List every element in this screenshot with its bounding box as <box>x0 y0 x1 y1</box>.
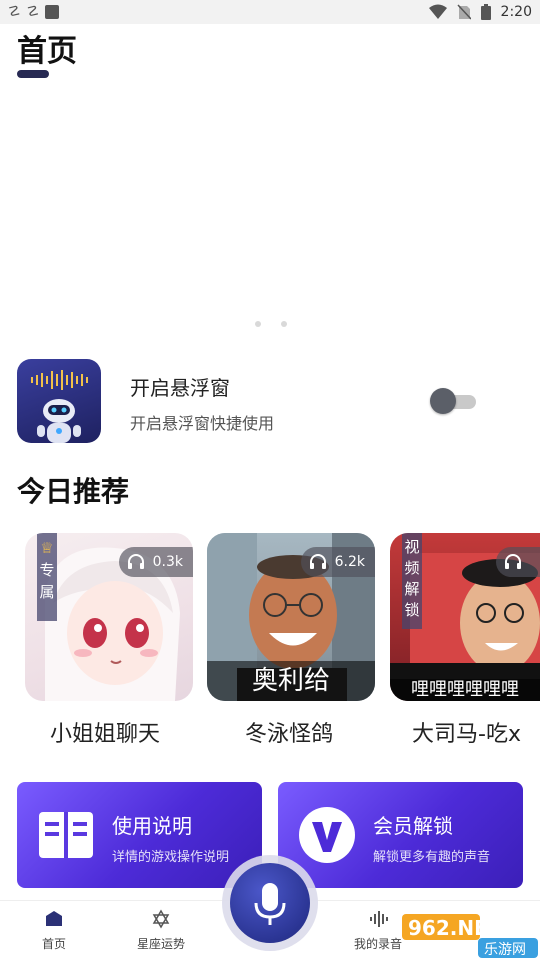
floating-window-toggle[interactable] <box>430 388 476 414</box>
headphones-icon <box>309 554 326 569</box>
battery-icon <box>480 4 491 20</box>
carousel-dot[interactable] <box>281 321 287 327</box>
no-sim-icon <box>456 4 471 20</box>
nav-home[interactable]: 首页 <box>9 909 99 952</box>
listen-count-badge <box>496 547 540 577</box>
watermark-text: 962.NET <box>408 916 502 940</box>
recommend-card-label: 小姐姐聊天 <box>50 722 161 747</box>
usage-guide-subtitle: 详情的游戏操作说明 <box>112 850 230 865</box>
recommend-card[interactable]: ♕ 专属 0.3k <box>25 533 193 701</box>
listen-count-badge: 0.3k <box>118 547 193 577</box>
notification-icon: ☡ <box>8 4 21 20</box>
recommend-card[interactable]: 奥利给 6.2k <box>207 533 375 701</box>
notification-icon <box>45 5 60 19</box>
recommend-card-label: 冬泳怪鸽 <box>245 722 334 747</box>
video-unlock-tag: 视频解锁 <box>402 533 422 629</box>
vip-unlock-subtitle: 解锁更多有趣的声音 <box>373 850 491 865</box>
vip-icon <box>299 807 355 863</box>
floating-window-robot-icon <box>17 359 101 443</box>
floating-window-title: 开启悬浮窗 <box>130 376 230 400</box>
status-system: 2:20 <box>428 2 532 22</box>
notification-icon: ☡ <box>26 4 40 20</box>
headphones-icon <box>505 554 521 569</box>
video-caption: 哩哩哩哩哩哩 <box>390 679 540 701</box>
star-of-david-icon <box>152 909 170 929</box>
book-icon <box>39 812 93 858</box>
listen-count-badge: 6.2k <box>300 547 375 577</box>
exclusive-tag: ♕ 专属 <box>37 533 57 621</box>
waveform-icon <box>370 911 388 927</box>
page-title: 首页 <box>17 34 77 69</box>
nav-horoscope[interactable]: 星座运势 <box>116 909 206 952</box>
floating-window-subtitle: 开启悬浮窗快捷使用 <box>130 414 275 433</box>
home-icon <box>46 911 62 926</box>
recommend-card-label: 大司马-吃x <box>412 722 521 747</box>
status-bar: ☡ ☡ 2:20 <box>0 0 540 24</box>
usage-guide-title: 使用说明 <box>112 814 192 838</box>
recommend-card[interactable]: 视频解锁 哩哩哩哩哩哩 <box>390 533 540 701</box>
vip-unlock-title: 会员解锁 <box>373 814 453 838</box>
vip-unlock-card[interactable]: 会员解锁 解锁更多有趣的声音 <box>278 782 523 888</box>
video-caption: 奥利给 <box>207 661 375 701</box>
recommend-title: 今日推荐 <box>17 475 130 508</box>
banner-carousel[interactable] <box>0 86 540 336</box>
watermark-sub: 乐游网 <box>484 942 526 958</box>
status-time: 2:20 <box>500 4 532 20</box>
usage-guide-card[interactable]: 使用说明 详情的游戏操作说明 <box>17 782 262 888</box>
microphone-icon <box>254 883 286 925</box>
carousel-dot[interactable] <box>255 321 261 327</box>
crown-icon: ♕ <box>40 539 54 557</box>
title-indicator <box>17 70 49 78</box>
status-notifications: ☡ ☡ <box>8 3 60 21</box>
toggle-knob <box>430 388 456 414</box>
watermark-logo: 962.NET 乐游网 <box>400 910 540 960</box>
record-button-inner <box>230 863 310 943</box>
record-button[interactable] <box>222 855 318 951</box>
carousel-indicator <box>255 321 287 327</box>
wifi-icon <box>428 4 447 19</box>
headphones-icon <box>127 554 144 569</box>
